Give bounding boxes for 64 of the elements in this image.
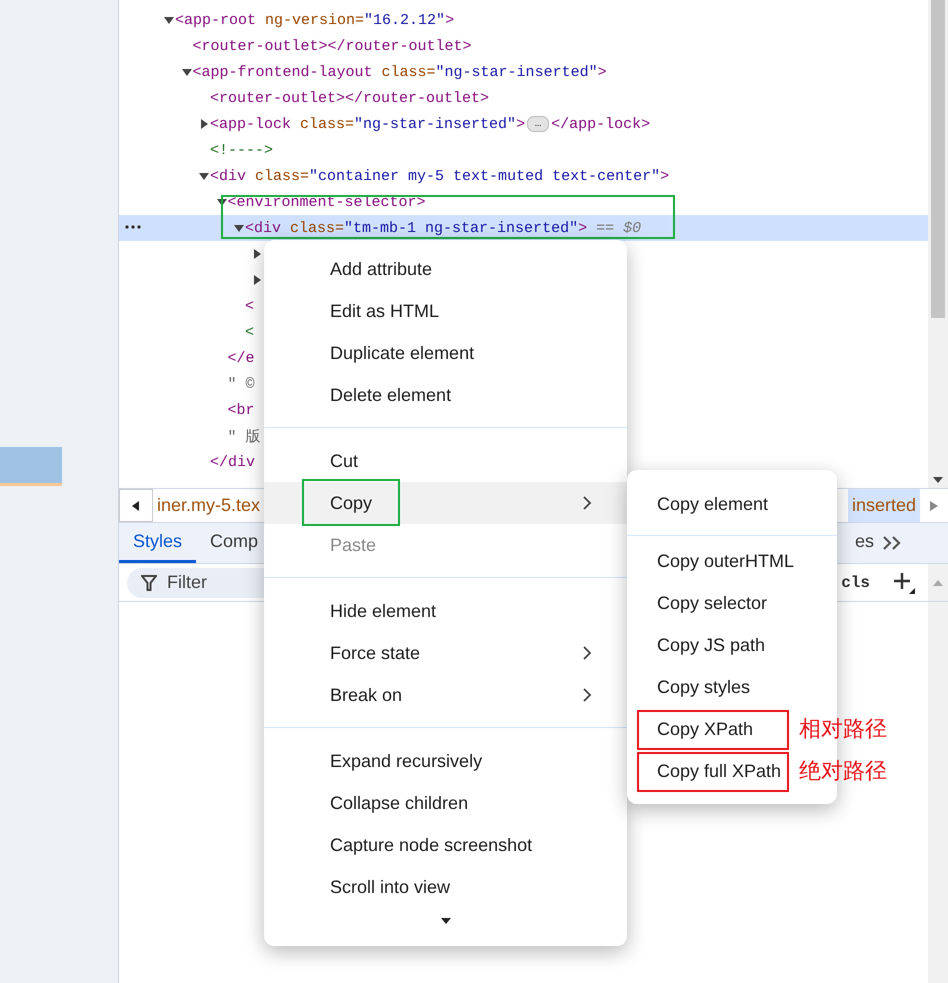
code-line: " 版 (228, 428, 261, 446)
plus-icon[interactable] (892, 570, 916, 594)
menu-item[interactable]: Copy outerHTML (627, 540, 793, 582)
caret-right-icon[interactable] (198, 118, 210, 130)
menu-item[interactable]: Add attribute (264, 248, 627, 290)
code-line: <app-root ng-version="16.2.12"> (175, 12, 454, 28)
scroll-down-icon[interactable] (933, 476, 943, 484)
cls-toggle[interactable]: cls (841, 574, 870, 592)
menu-item[interactable]: Copy (264, 482, 627, 524)
menu-item[interactable]: Force state (264, 632, 627, 674)
menu-item[interactable]: Duplicate element (264, 332, 627, 374)
page-bar (0, 447, 62, 486)
menu-item[interactable]: Collapse children (264, 782, 627, 824)
code-line: <router-outlet></router-outlet> (210, 90, 490, 106)
menu-item[interactable]: Scroll into view (264, 866, 627, 908)
caret-right-icon (930, 500, 938, 510)
code-line: </e (228, 350, 255, 366)
caret-left-icon (132, 500, 140, 510)
code-line: < (245, 298, 254, 314)
menu-item[interactable]: Capture node screenshot (264, 824, 627, 866)
scrollbar[interactable] (928, 564, 948, 601)
tab[interactable]: Styles (119, 523, 196, 563)
breadcrumb[interactable]: inserted (848, 489, 920, 522)
annotation-note: 绝对路径 (799, 758, 887, 786)
menu-item[interactable]: Copy selector (627, 582, 793, 624)
caret-down-icon[interactable] (180, 66, 192, 78)
caret-down-icon[interactable] (198, 170, 210, 182)
code-line: <environment-selector> (228, 194, 426, 210)
menu-item[interactable]: Copy JS path (627, 624, 793, 666)
ellipsis-badge[interactable]: … (527, 116, 550, 132)
filter-icon (141, 574, 157, 592)
code-line: " © (228, 376, 255, 392)
menu-item[interactable]: Break on (264, 674, 627, 716)
code-line: <app-frontend-layout class="ng-star-inserted"> (192, 64, 607, 80)
code-line: <app-lock class="ng-star-inserted"> (210, 116, 526, 132)
menu-item[interactable]: Hide element (264, 590, 627, 632)
code-line: <div class="container my-5 text-muted text-center"> (210, 168, 670, 184)
tab[interactable]: es (852, 523, 876, 563)
code-line: </app-lock> (551, 116, 650, 132)
code-line: <router-outlet></router-outlet> (192, 38, 472, 54)
menu-item[interactable]: Copy styles (627, 666, 793, 708)
scrollbar[interactable] (928, 602, 948, 983)
code-line: <!----> (210, 142, 274, 158)
caret-down-icon[interactable] (233, 222, 245, 234)
code-line: < (245, 324, 254, 340)
menu-item[interactable]: Copy XPath (627, 708, 793, 750)
caret-down-icon[interactable] (163, 14, 175, 26)
breadcrumb[interactable]: iner.my-5.tex (153, 489, 264, 522)
code-line: <br (228, 402, 255, 418)
menu-item[interactable]: Expand recursively (264, 740, 627, 782)
menu-item[interactable]: Copy element (627, 483, 793, 525)
scrollbar[interactable] (928, 0, 948, 488)
annotation-note: 相对路径 (799, 716, 887, 744)
menu-item[interactable]: Edit as HTML (264, 290, 627, 332)
menu-item[interactable]: Copy full XPath (627, 750, 793, 792)
scroll-left-button[interactable] (119, 489, 153, 522)
more-tabs-icon[interactable] (882, 535, 902, 551)
code-line: <div class="tm-mb-1 ng-star-inserted"> == $0 (245, 220, 642, 236)
menu-item[interactable]: Cut (264, 440, 627, 482)
more-icon[interactable] (125, 224, 141, 230)
row-highlight[interactable] (119, 215, 928, 241)
scroll-down-icon[interactable] (440, 918, 450, 924)
code-line: </div (210, 454, 256, 470)
menu-item[interactable]: Delete element (264, 374, 627, 416)
